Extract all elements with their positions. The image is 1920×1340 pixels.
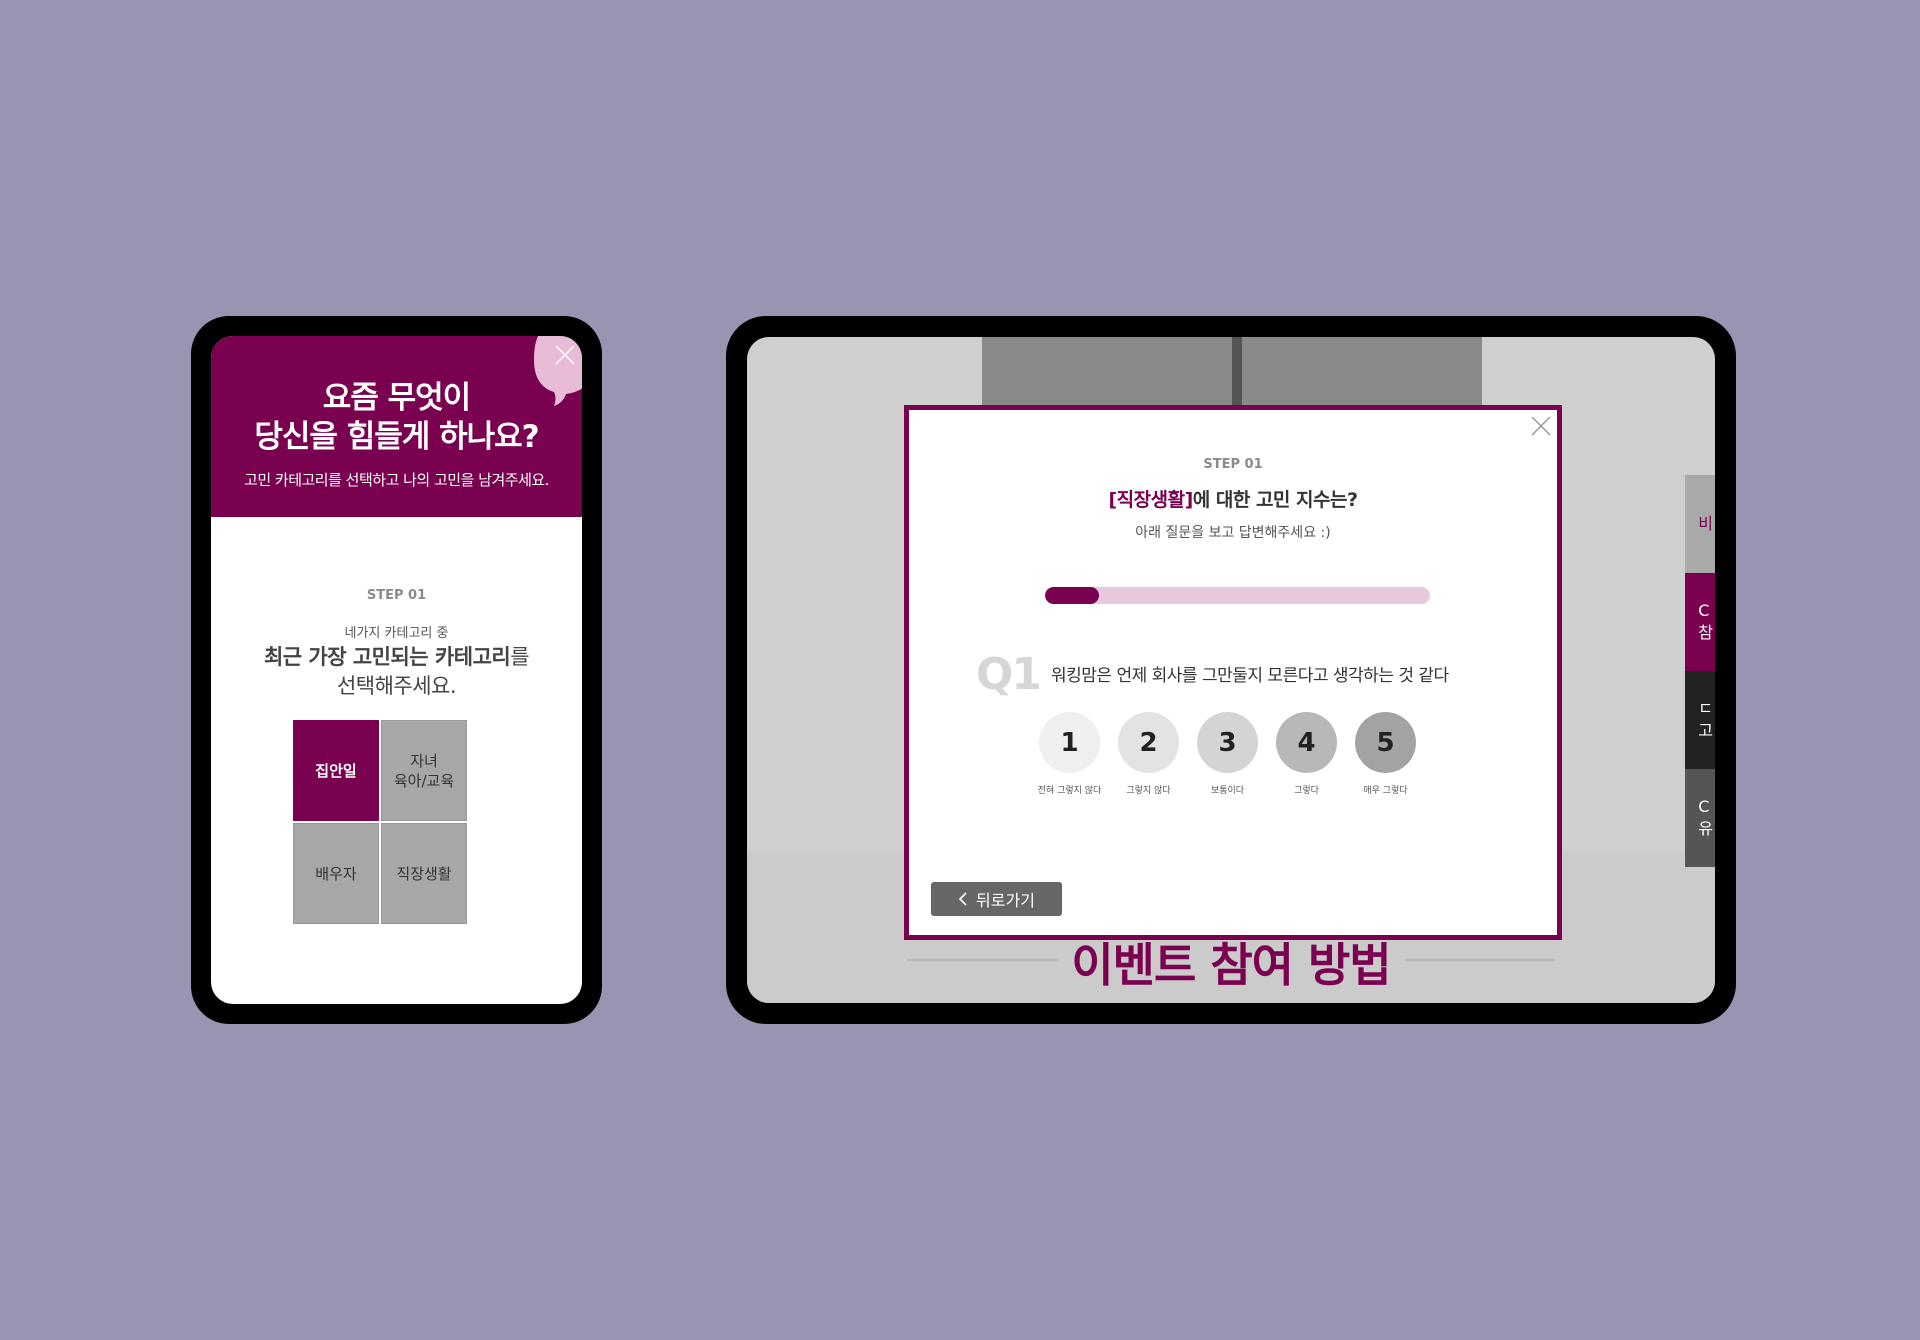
side-tab-1[interactable]: 비 bbox=[1685, 475, 1715, 573]
question-bold: 최근 가장 고민되는 카테고리 bbox=[263, 645, 511, 669]
mobile-screen: 요즘 무엇이 당신을 힘들게 하나요? 고민 카테고리를 선택하고 나의 고민을… bbox=[211, 336, 582, 1004]
rating-label-5: 매우 그렇다 bbox=[1363, 786, 1408, 796]
modal-title-rest: 에 대한 고민 지수는? bbox=[1192, 489, 1358, 511]
rating-label-2: 그렇지 않다 bbox=[1126, 786, 1171, 796]
side-tab-2-label: C 참 bbox=[1698, 601, 1713, 642]
rating-circle-2[interactable]: 2 bbox=[1118, 712, 1179, 773]
side-tab-2[interactable]: C 참 bbox=[1685, 573, 1715, 671]
side-tab-4-label: C 유 bbox=[1698, 797, 1713, 838]
side-tab-1-label: 비 bbox=[1698, 514, 1713, 533]
rating-label-4: 그렇다 bbox=[1294, 786, 1319, 796]
chevron-left-icon bbox=[958, 892, 967, 906]
side-tab-3[interactable]: ㄷ 고 bbox=[1685, 671, 1715, 769]
progress-fill bbox=[1045, 587, 1099, 604]
background-pole bbox=[1232, 337, 1242, 407]
close-icon[interactable] bbox=[1528, 413, 1554, 439]
rating-option-4[interactable]: 4 그렇다 bbox=[1276, 712, 1337, 802]
progress-bar bbox=[1045, 587, 1430, 604]
step-label: STEP 01 bbox=[366, 588, 427, 603]
rating-circle-4[interactable]: 4 bbox=[1276, 712, 1337, 773]
rating-option-2[interactable]: 2 그렇지 않다 bbox=[1118, 712, 1179, 802]
mobile-title: 요즘 무엇이 당신을 힘들게 하나요? bbox=[254, 380, 539, 455]
rating-circle-1[interactable]: 1 bbox=[1039, 712, 1100, 773]
category-question: 최근 가장 고민되는 카테고리를 선택해주세요. bbox=[211, 643, 582, 701]
mobile-subtitle: 고민 카테고리를 선택하고 나의 고민을 남겨주세요. bbox=[244, 471, 549, 489]
rating-scale: 1 전혀 그렇지 않다 2 그렇지 않다 3 보통이다 4 그렇다 5 매우 그… bbox=[1037, 712, 1439, 802]
rating-option-3[interactable]: 3 보통이다 bbox=[1197, 712, 1258, 802]
event-heading-text: 이벤트 참여 방법 bbox=[1057, 938, 1405, 992]
modal-step-label: STEP 01 bbox=[1203, 457, 1263, 472]
modal-title: [직장생활]에 대한 고민 지수는? bbox=[909, 485, 1557, 512]
question-suffix: 를 bbox=[510, 645, 530, 669]
close-icon[interactable] bbox=[552, 342, 578, 368]
mobile-header: 요즘 무엇이 당신을 힘들게 하나요? 고민 카테고리를 선택하고 나의 고민을… bbox=[211, 336, 582, 517]
question-lead: 네가지 카테고리 중 bbox=[344, 626, 449, 641]
side-tab-3-label: ㄷ 고 bbox=[1698, 699, 1713, 740]
survey-modal: STEP 01 [직장생활]에 대한 고민 지수는? 아래 질문을 보고 답변해… bbox=[904, 405, 1562, 940]
rating-circle-5[interactable]: 5 bbox=[1355, 712, 1416, 773]
rating-label-3: 보통이다 bbox=[1210, 786, 1245, 796]
category-housework[interactable]: 집안일 bbox=[293, 720, 379, 821]
rating-option-1[interactable]: 1 전혀 그렇지 않다 bbox=[1037, 712, 1102, 802]
modal-subtitle: 아래 질문을 보고 답변해주세요 :) bbox=[1135, 525, 1331, 541]
rating-circle-3[interactable]: 3 bbox=[1197, 712, 1258, 773]
modal-title-category: [직장생활] bbox=[1108, 489, 1193, 511]
mobile-device: 요즘 무엇이 당신을 힘들게 하나요? 고민 카테고리를 선택하고 나의 고민을… bbox=[191, 316, 602, 1024]
category-childcare[interactable]: 자녀 육아/교육 bbox=[381, 720, 467, 821]
question-number: Q1 bbox=[976, 649, 1042, 700]
back-button-label: 뒤로가기 bbox=[976, 891, 1035, 910]
rating-option-5[interactable]: 5 매우 그렇다 bbox=[1355, 712, 1416, 802]
side-tabs: 비 C 참 ㄷ 고 C 유 bbox=[1685, 475, 1715, 867]
category-grid: 집안일 자녀 육아/교육 배우자 직장생활 bbox=[293, 720, 467, 924]
back-button[interactable]: 뒤로가기 bbox=[931, 882, 1062, 916]
category-spouse[interactable]: 배우자 bbox=[293, 823, 379, 924]
question-text: 워킹맘은 언제 회사를 그만둘지 모른다고 생각하는 것 같다 bbox=[1051, 666, 1449, 686]
side-tab-4[interactable]: C 유 bbox=[1685, 769, 1715, 867]
category-work-life[interactable]: 직장생활 bbox=[381, 823, 467, 924]
question-line2: 선택해주세요. bbox=[336, 674, 457, 698]
rating-label-1: 전혀 그렇지 않다 bbox=[1037, 786, 1102, 796]
